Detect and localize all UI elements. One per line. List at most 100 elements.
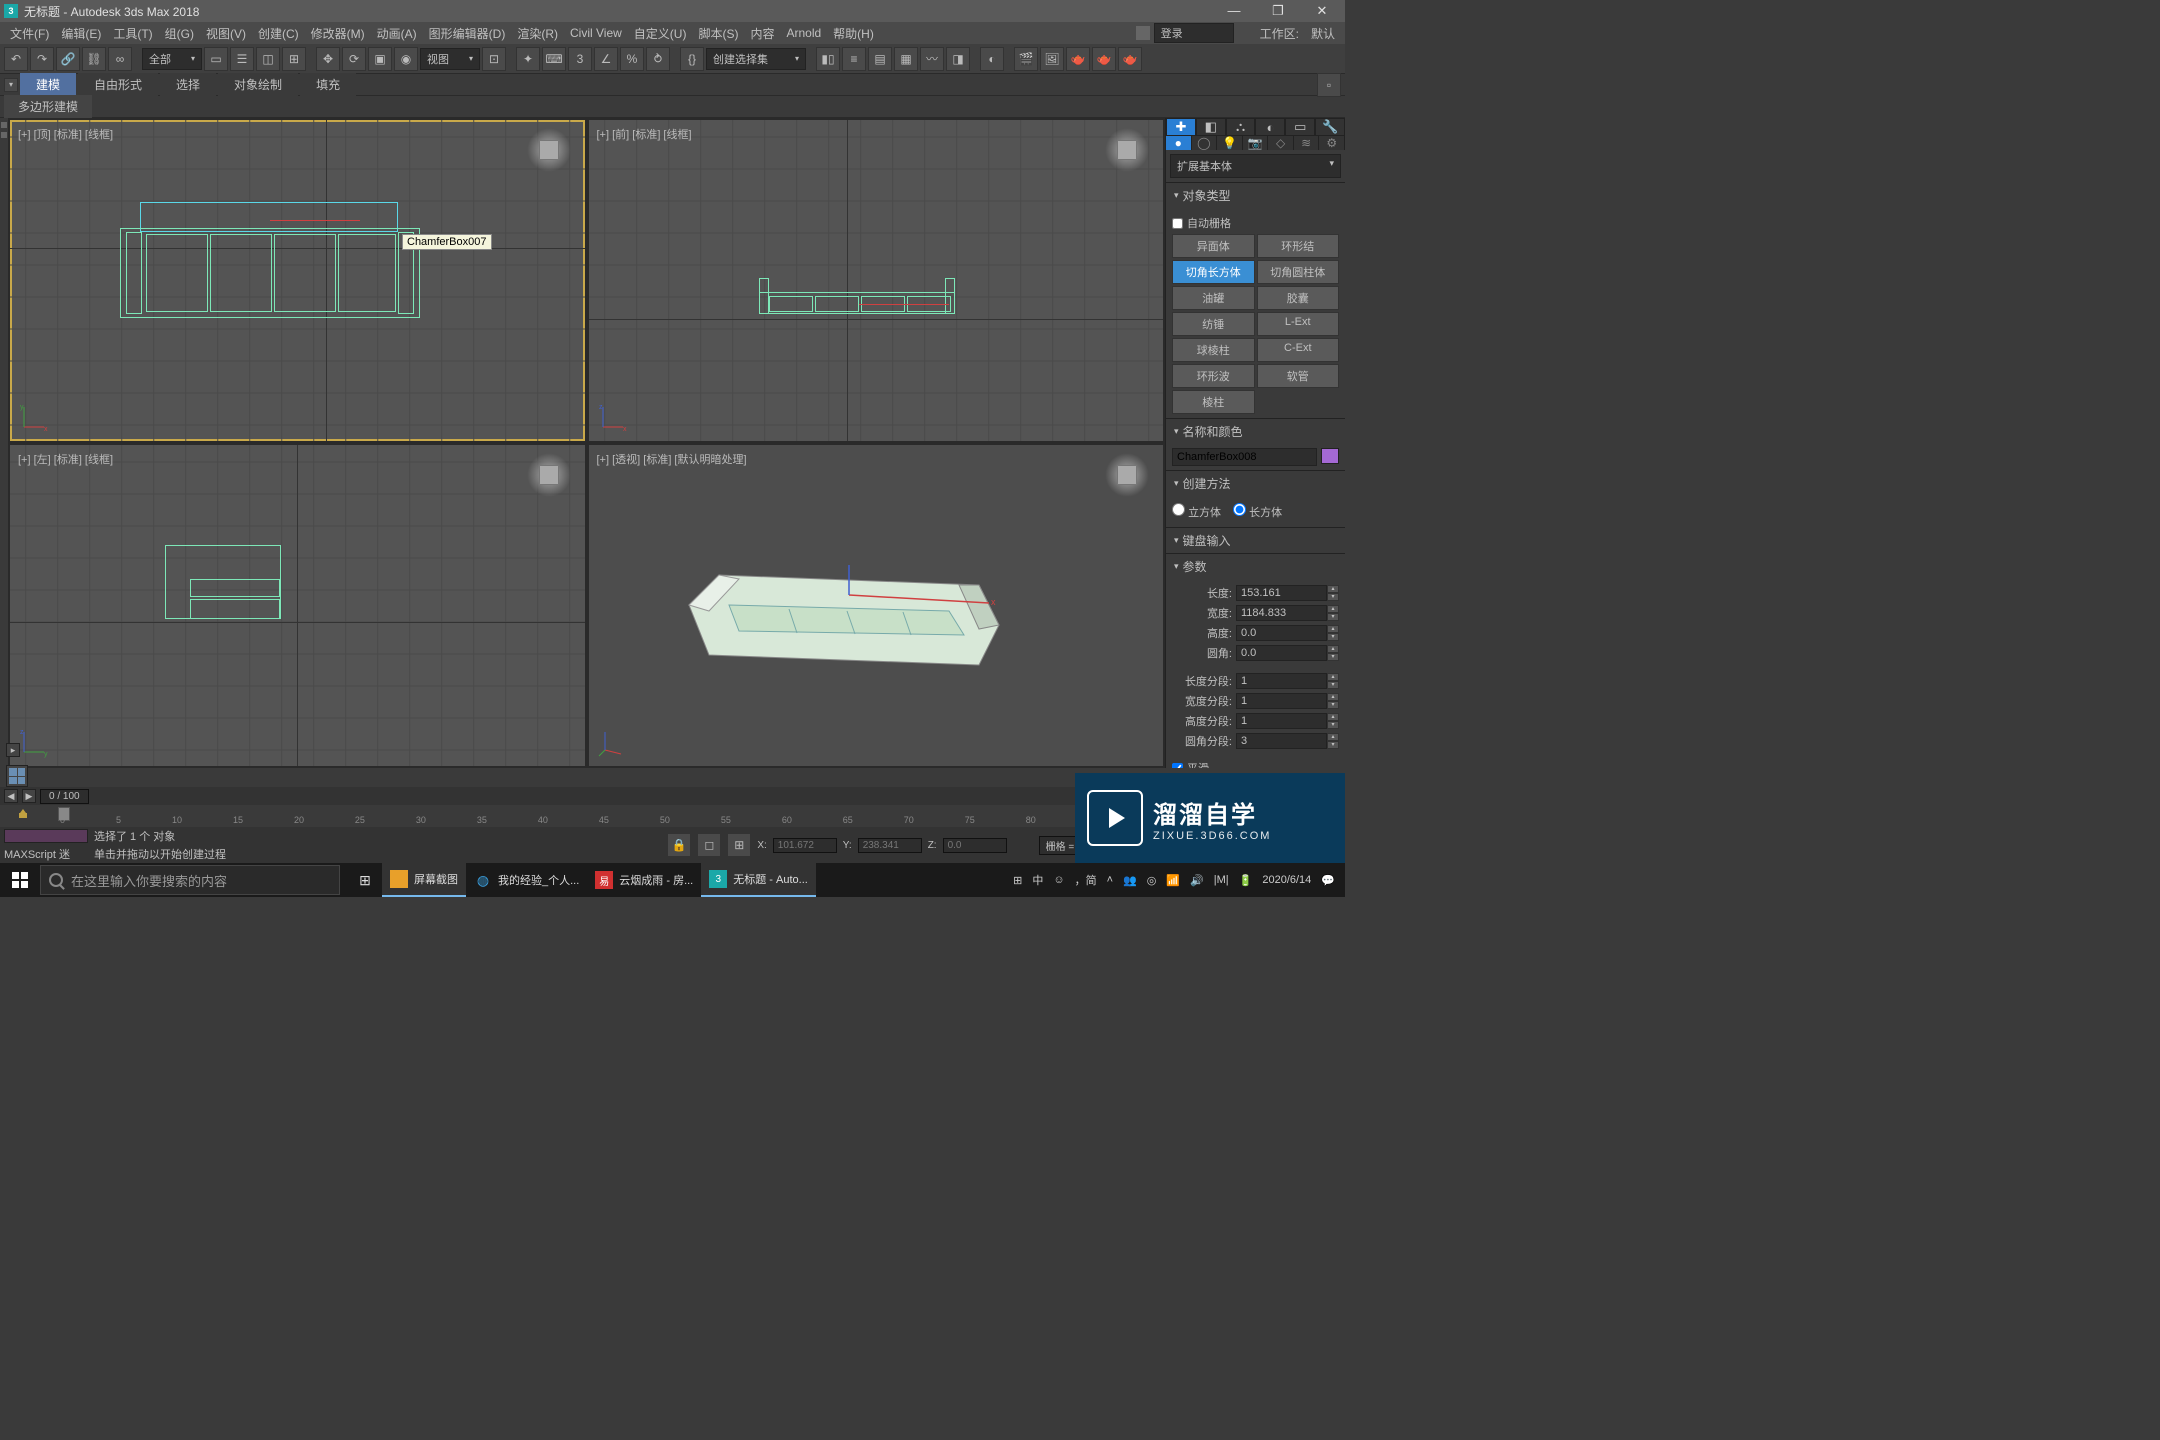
viewport-front[interactable]: [+] [前] [标准] [线框] xz [589,120,1164,441]
shapes-subtab[interactable]: ◯ [1192,136,1218,150]
material-editor-button[interactable]: ◐ [980,47,1004,71]
viewport-label[interactable]: [+] [前] [标准] [线框] [597,126,692,142]
unlink-button[interactable]: ⛓ [82,47,106,71]
taskbar-search[interactable]: 在这里输入你要搜索的内容 [40,865,340,895]
viewcube[interactable] [1105,453,1149,497]
viewport-label[interactable]: [+] [左] [标准] [线框] [18,451,113,467]
bind-button[interactable]: ∞ [108,47,132,71]
curve-editor-button[interactable]: 〰 [920,47,944,71]
tray-ime[interactable]: ⊞ [1013,874,1022,887]
wseg-input[interactable] [1236,693,1327,709]
redo-button[interactable]: ↷ [30,47,54,71]
select-button[interactable]: ▭ [204,47,228,71]
task-music[interactable]: 易云烟成雨 - 房... [587,863,701,897]
method-cube-radio[interactable]: 立方体 [1172,503,1221,520]
menu-customize[interactable]: 自定义(U) [628,23,693,44]
coord-y[interactable] [858,838,922,853]
link-button[interactable]: 🔗 [56,47,80,71]
menu-content[interactable]: 内容 [744,23,780,44]
viewport-top[interactable]: [+] [顶] [标准] [线框] ChamferBox007 xy [10,120,585,441]
viewport-perspective[interactable]: [+] [透视] [标准] [默认明暗处理] x [589,445,1164,766]
ribbon-toggle[interactable]: ▾ [4,78,18,92]
login-field[interactable]: 登录 [1154,23,1234,43]
menu-views[interactable]: 视图(V) [200,23,252,44]
script-listener[interactable] [4,829,88,843]
ref-coord-system[interactable]: 视图 [420,48,480,70]
rotate-button[interactable]: ⟳ [342,47,366,71]
menu-rendering[interactable]: 渲染(R) [511,23,564,44]
helpers-subtab[interactable]: ◇ [1268,136,1294,150]
ribbon-min-button[interactable]: ▫ [1317,73,1341,97]
method-box-radio[interactable]: 长方体 [1233,503,1282,520]
tray-wifi[interactable]: 📶 [1166,874,1180,887]
obj-spindle[interactable]: 纺锤 [1172,312,1255,336]
tray-chevron[interactable]: ˄ [1107,874,1113,886]
toggle-ribbon-button[interactable]: ▦ [894,47,918,71]
angle-snap-button[interactable]: ∠ [594,47,618,71]
auto-grid-checkbox[interactable] [1172,218,1183,229]
object-name-input[interactable] [1172,448,1317,466]
task-screenshot[interactable]: 屏幕截图 [382,863,466,897]
menu-edit[interactable]: 编辑(E) [55,23,107,44]
height-input[interactable] [1236,625,1327,641]
menu-help[interactable]: 帮助(H) [827,23,880,44]
move-button[interactable]: ✥ [316,47,340,71]
tray-notifications[interactable]: 💬 [1321,874,1335,887]
obj-hedra[interactable]: 异面体 [1172,234,1255,258]
selection-filter[interactable]: 全部 [142,48,202,70]
obj-prism[interactable]: 棱柱 [1172,390,1255,414]
category-dropdown[interactable]: 扩展基本体 [1170,154,1341,178]
render-prod-button[interactable]: 🫖 [1092,47,1116,71]
undo-button[interactable]: ↶ [4,47,28,71]
menu-file[interactable]: 文件(F) [4,23,55,44]
viewport-label[interactable]: [+] [顶] [标准] [线框] [18,126,113,142]
lseg-input[interactable] [1236,673,1327,689]
obj-c-ext[interactable]: C-Ext [1257,338,1340,362]
ribbon-paint[interactable]: 对象绘制 [218,73,298,96]
maximize-button[interactable]: ❐ [1263,3,1293,19]
rollout-object-type[interactable]: 对象类型 [1166,182,1345,208]
object-color-swatch[interactable] [1321,448,1339,464]
rollout-create-method[interactable]: 创建方法 [1166,470,1345,496]
task-3dsmax[interactable]: 3无标题 - Auto... [701,863,816,897]
user-icon[interactable] [1136,26,1150,40]
scale-button[interactable]: ▣ [368,47,392,71]
motion-tab[interactable]: ◐ [1255,118,1285,136]
viewcube[interactable] [527,128,571,172]
fseg-input[interactable] [1236,733,1327,749]
viewcube[interactable] [1105,128,1149,172]
fillet-input[interactable] [1236,645,1327,661]
tray-m[interactable]: |M| [1214,874,1229,886]
render-iter-button[interactable]: 🫖 [1118,47,1142,71]
hseg-input[interactable] [1236,713,1327,729]
select-name-button[interactable]: ☰ [230,47,254,71]
percent-snap-button[interactable]: % [620,47,644,71]
menu-script[interactable]: 脚本(S) [692,23,744,44]
menu-create[interactable]: 创建(C) [252,23,305,44]
track-key-icon[interactable] [18,809,28,819]
tl-back-button[interactable]: ◀ [4,789,18,803]
obj-capsule[interactable]: 胶囊 [1257,286,1340,310]
tl-fwd-button[interactable]: ▶ [22,789,36,803]
start-button[interactable] [0,863,40,897]
system-tray[interactable]: ⊞ 中 ☺ ，简 ˄ 👥 ◎ 📶 🔊 |M| 🔋 2020/6/14 💬 [1003,872,1345,888]
width-input[interactable] [1236,605,1327,621]
length-input[interactable] [1236,585,1327,601]
render-setup-button[interactable]: 🎬 [1014,47,1038,71]
space-warps-subtab[interactable]: ≋ [1294,136,1320,150]
rollout-keyboard[interactable]: 键盘输入 [1166,527,1345,553]
smooth-checkbox[interactable] [1172,763,1183,769]
keyboard-button[interactable]: ⌨ [542,47,566,71]
tray-date[interactable]: 2020/6/14 [1262,874,1311,887]
lights-subtab[interactable]: 💡 [1217,136,1243,150]
menu-animation[interactable]: 动画(A) [371,23,423,44]
menu-arnold[interactable]: Arnold [780,24,827,42]
obj-hose[interactable]: 软管 [1257,364,1340,388]
menu-modifiers[interactable]: 修改器(M) [305,23,371,44]
viewport-left[interactable]: [+] [左] [标准] [线框] yz [10,445,585,766]
ribbon-populate[interactable]: 填充 [300,73,356,96]
close-button[interactable]: ✕ [1307,3,1337,19]
ribbon-freeform[interactable]: 自由形式 [78,73,158,96]
render-frame-button[interactable]: 🖼 [1040,47,1064,71]
obj-ringwave[interactable]: 环形波 [1172,364,1255,388]
